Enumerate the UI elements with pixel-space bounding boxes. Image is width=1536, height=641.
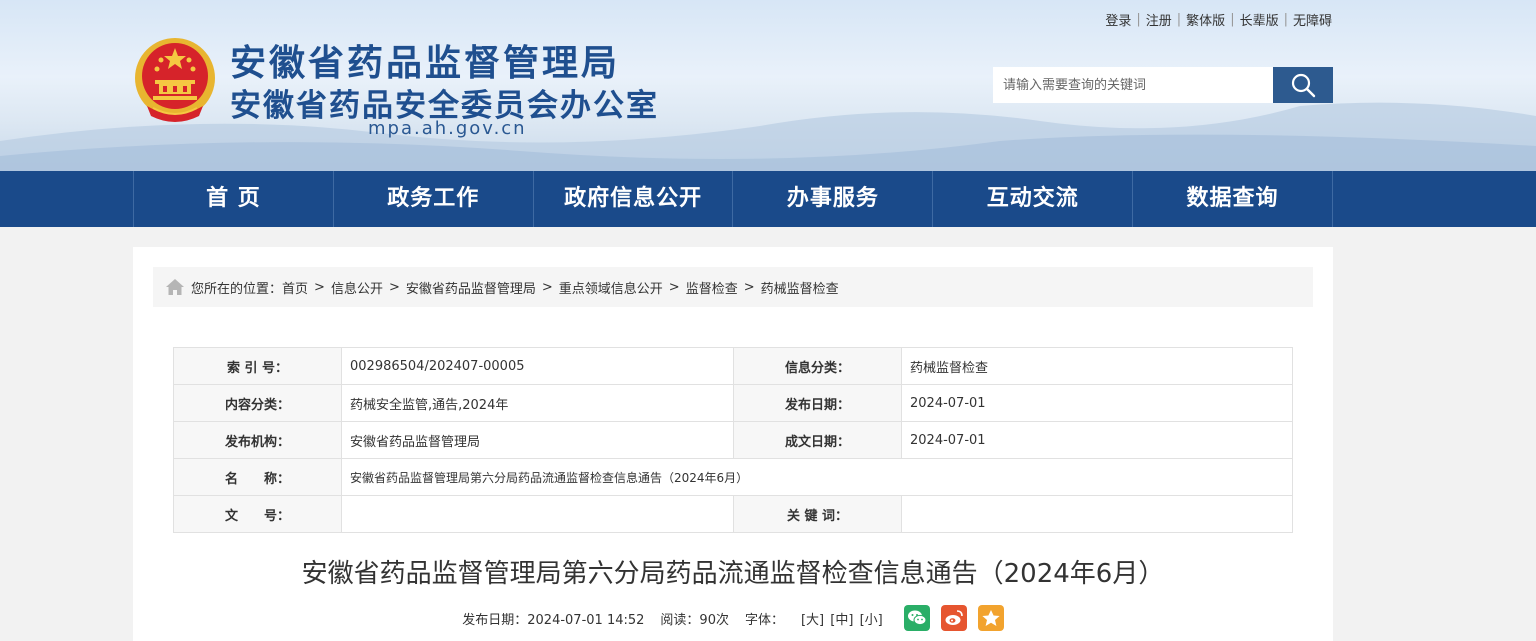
accessibility-link[interactable]: 无障碍 (1293, 10, 1332, 29)
divider: | (1136, 12, 1141, 27)
search-button[interactable] (1273, 67, 1333, 103)
nav-item-home[interactable]: 首 页 (133, 171, 333, 227)
site-title: 安徽省药品监督管理局 (230, 43, 621, 84)
breadcrumb-item[interactable]: 监督检查 (686, 278, 738, 297)
breadcrumb-separator: > (541, 279, 553, 295)
breadcrumb-item[interactable]: 重点领域信息公开 (559, 278, 663, 297)
document-name-label: 名 称： (173, 458, 342, 496)
index-label: 索 引 号： (173, 347, 342, 385)
breadcrumb-item[interactable]: 药械监督检查 (761, 278, 839, 297)
document-metadata-table: 索 引 号： 002986504/202407-00005 信息分类： 药械监督… (173, 347, 1293, 533)
table-row: 索 引 号： 002986504/202407-00005 信息分类： 药械监督… (173, 347, 1293, 385)
breadcrumb-separator: > (388, 279, 400, 295)
breadcrumb-prefix: 您所在的位置： (191, 281, 283, 297)
created-date-label: 成文日期： (733, 421, 902, 459)
site-domain: mpa.ah.gov.cn (368, 118, 527, 139)
content-category-value: 药械安全监管,通告,2024年 (341, 384, 734, 422)
nav-item-interaction[interactable]: 互动交流 (932, 171, 1132, 227)
divider: | (1283, 12, 1288, 27)
keywords-value (901, 495, 1293, 533)
breadcrumb: 您所在的位置： 首页 > 信息公开 > 安徽省药品监督管理局 > 重点领域信息公… (153, 267, 1313, 307)
top-links: 登录 | 注册 | 繁体版 | 长辈版 | 无障碍 (1105, 10, 1332, 29)
document-name-value: 安徽省药品监督管理局第六分局药品流通监督检查信息通告（2024年6月） (341, 458, 1293, 496)
traditional-chinese-link[interactable]: 繁体版 (1186, 10, 1225, 29)
table-row: 发布机构： 安徽省药品监督管理局 成文日期： 2024-07-01 (173, 421, 1293, 459)
font-large-button[interactable]: [大] (801, 613, 824, 628)
article-info: 发布日期：2024-07-01 14:52 阅读：90次 字体： [大] [中] … (133, 605, 1333, 631)
breadcrumb-separator: > (743, 279, 755, 295)
document-number-value (341, 495, 734, 533)
font-medium-button[interactable]: [中] (830, 613, 853, 628)
publisher-label: 发布机构： (173, 421, 342, 459)
created-date-value: 2024-07-01 (901, 421, 1293, 459)
font-small-button[interactable]: [小] (860, 613, 883, 628)
article-title: 安徽省药品监督管理局第六分局药品流通监督检查信息通告（2024年6月） (301, 559, 1165, 589)
nav-item-government-affairs[interactable]: 政务工作 (332, 171, 533, 227)
nav-item-data-query[interactable]: 数据查询 (1132, 171, 1333, 227)
share-buttons (903, 605, 1004, 631)
nav-item-services[interactable]: 办事服务 (732, 171, 932, 227)
index-value: 002986504/202407-00005 (341, 347, 734, 385)
divider: | (1176, 12, 1182, 27)
publisher-value: 安徽省药品监督管理局 (341, 421, 734, 459)
register-link[interactable]: 注册 (1146, 10, 1172, 29)
weibo-icon (945, 610, 963, 625)
font-size-controls: 字体： [大] [中] [小] (745, 609, 884, 628)
search-icon (1291, 73, 1316, 98)
national-emblem-icon (135, 38, 215, 122)
weibo-share-button[interactable] (940, 605, 967, 631)
nav-item-info-disclosure[interactable]: 政府信息公开 (532, 171, 733, 227)
keywords-label: 关 键 词： (733, 495, 902, 533)
favorite-share-button[interactable] (977, 605, 1004, 631)
article-views: 阅读：90次 (660, 612, 729, 628)
breadcrumb-separator: > (668, 279, 680, 295)
breadcrumb-separator: > (314, 279, 325, 295)
search-input[interactable] (993, 67, 1273, 103)
login-link[interactable]: 登录 (1105, 10, 1131, 29)
publish-date-value: 2024-07-01 (901, 384, 1293, 422)
main-nav: 首 页 政务工作 政府信息公开 办事服务 互动交流 数据查询 (0, 171, 1536, 227)
site-header: 登录 | 注册 | 繁体版 | 长辈版 | 无障碍 安徽省药品监督管理局 安徽省… (0, 0, 1536, 171)
breadcrumb-item[interactable]: 信息公开 (331, 278, 383, 297)
breadcrumb-item[interactable]: 安徽省药品监督管理局 (406, 278, 536, 297)
table-row: 内容分类： 药械安全监管,通告,2024年 发布日期： 2024-07-01 (173, 384, 1293, 422)
star-icon (982, 610, 1000, 626)
table-row: 文 号： 关 键 词： (173, 495, 1293, 533)
category-value: 药械监督检查 (901, 347, 1293, 385)
category-label: 信息分类： (733, 347, 902, 385)
breadcrumb-item[interactable]: 首页 (282, 278, 308, 297)
elder-mode-link[interactable]: 长辈版 (1240, 10, 1279, 29)
content-category-label: 内容分类： (173, 384, 342, 422)
wechat-icon (907, 610, 927, 626)
wechat-share-button[interactable] (903, 605, 930, 631)
publish-date-label: 发布日期： (733, 384, 902, 422)
home-icon (166, 279, 184, 295)
font-size-label: 字体： (744, 612, 784, 628)
main-content: 您所在的位置： 首页 > 信息公开 > 安徽省药品监督管理局 > 重点领域信息公… (133, 247, 1333, 641)
divider: | (1230, 12, 1235, 27)
article-date: 发布日期：2024-07-01 14:52 (462, 612, 645, 628)
document-number-label: 文 号： (173, 495, 342, 533)
search-box (993, 67, 1333, 103)
table-row: 名 称： 安徽省药品监督管理局第六分局药品流通监督检查信息通告（2024年6月） (173, 458, 1293, 496)
